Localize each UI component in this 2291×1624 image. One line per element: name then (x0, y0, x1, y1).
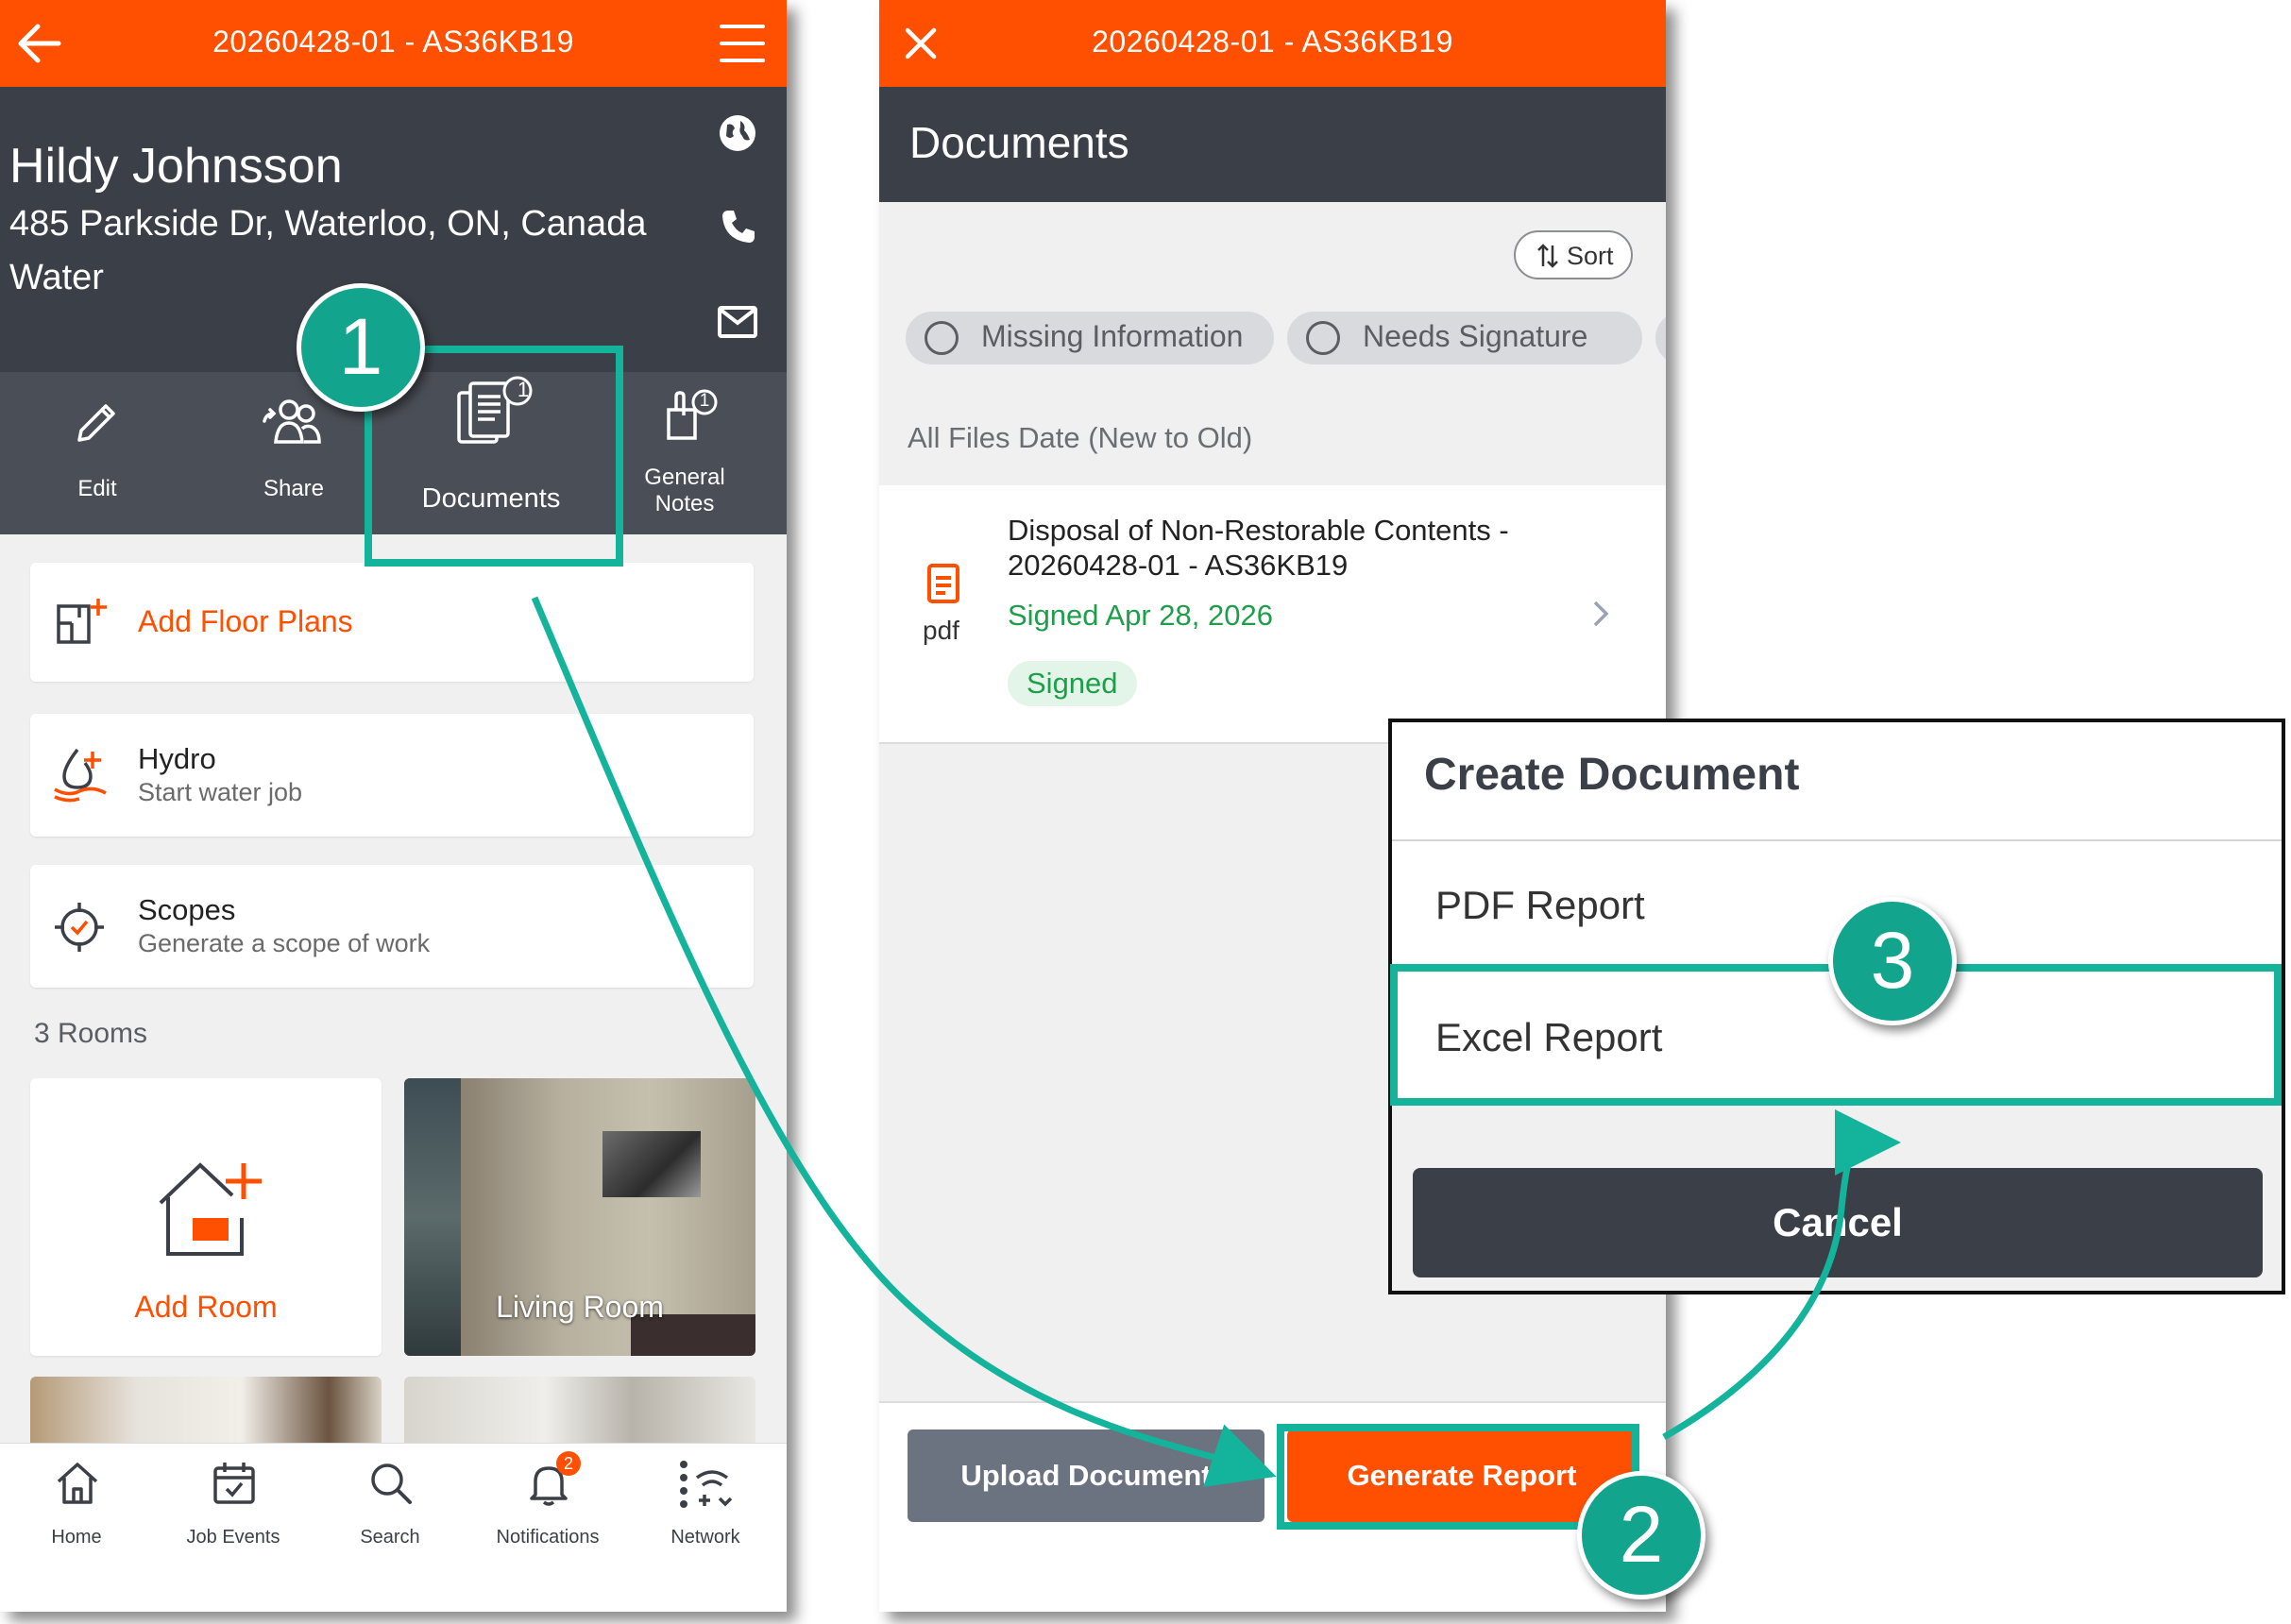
flow-arrows (531, 596, 1901, 1487)
step-1-callout: 1 (297, 283, 425, 412)
step-2-callout: 2 (1577, 1471, 1706, 1599)
step-3-callout: 3 (1828, 897, 1957, 1025)
